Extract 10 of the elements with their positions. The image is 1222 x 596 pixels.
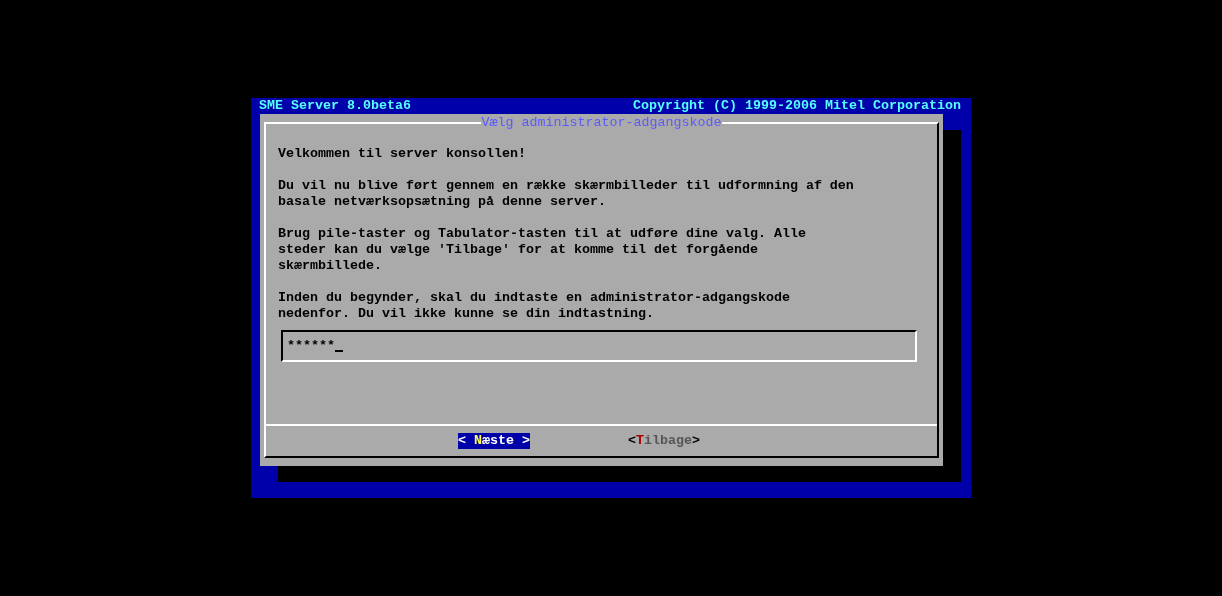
dialog-paragraph: Du vil nu blive ført gennem en række skærmbilleder til udformning af den basale netværksopsætning på denne server.: [278, 178, 855, 210]
dialog-title: Vælg administrator-adgangskode: [480, 115, 723, 131]
copyright-text: Copyright (C) 1999-2006 Mitel Corporation: [633, 98, 961, 114]
dialog-button[interactable]: < Næste >: [458, 433, 530, 449]
dialog-paragraph: Velkommen til server konsollen!: [278, 146, 527, 162]
server-title: SME Server 8.0beta6: [259, 98, 411, 114]
dialog-paragraph: Inden du begynder, skal du indtaste en administrator-adgangskode nedenfor. Du vil ikke kunne se din indtastning.: [278, 290, 791, 322]
dialog-button[interactable]: <Tilbage>: [628, 433, 700, 449]
password-field[interactable]: ******: [281, 330, 917, 362]
dialog-paragraph: Brug pile-taster og Tabulator-tasten til at udføre dine valg. Alle steder kan du vælge 'Tilbage' for at komme til det forgående skærmbillede.: [278, 226, 807, 274]
